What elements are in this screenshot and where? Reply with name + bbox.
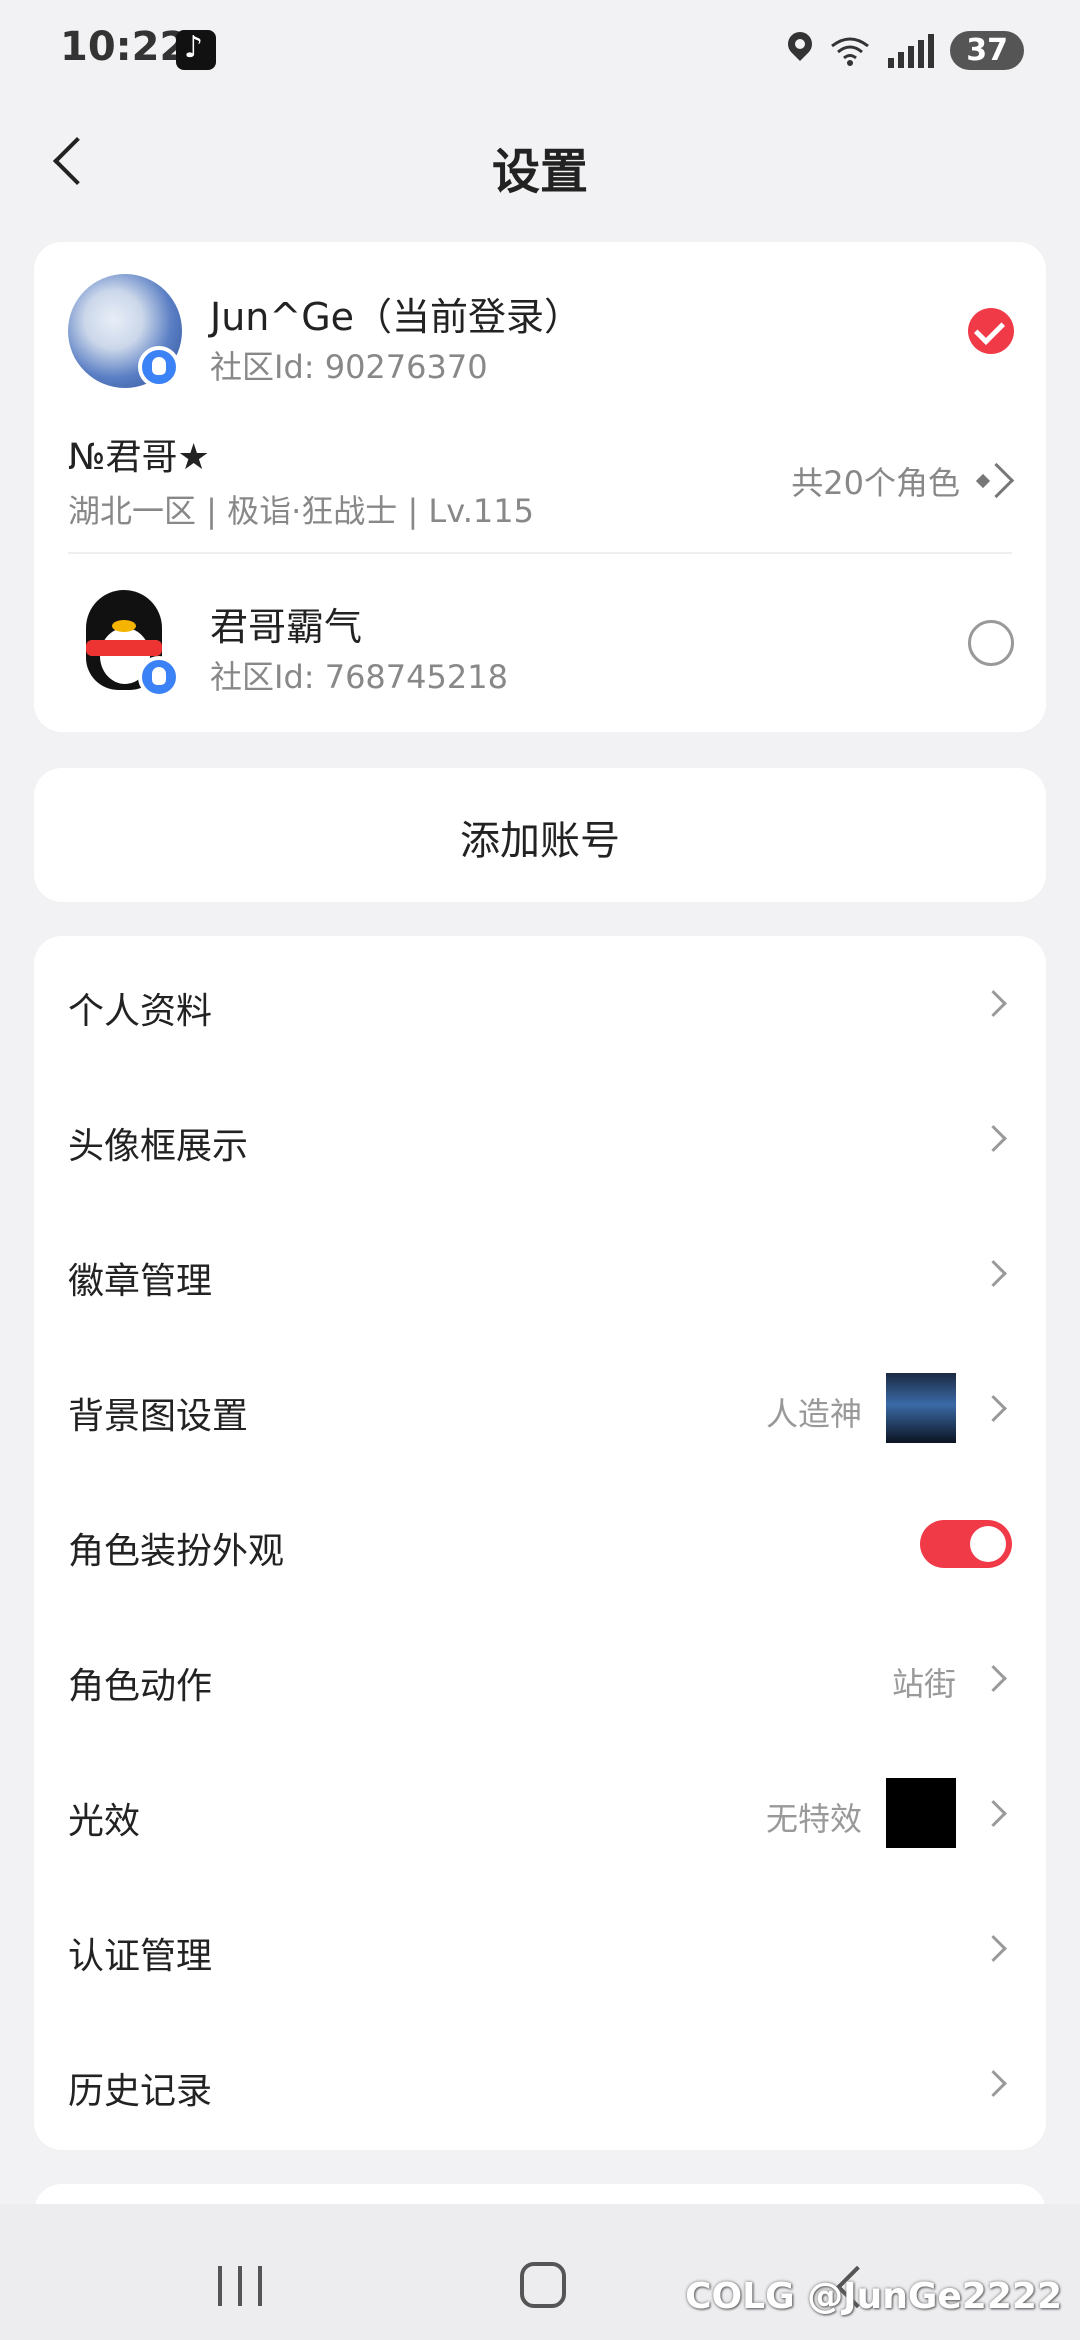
menu-item-label: 历史记录: [68, 2071, 213, 2112]
chevron-right-icon: [984, 1127, 1006, 1149]
menu-item-value: 站街: [891, 1665, 956, 1703]
add-account-label: 添加账号: [460, 818, 620, 864]
status-icons: 37: [786, 28, 1024, 72]
menu-item-background[interactable]: 背景图设置 人造神: [34, 1341, 1046, 1476]
menu-item-label: 角色动作: [68, 1666, 213, 1707]
chevron-right-icon: [984, 1667, 1006, 1689]
switch-role-icon[interactable]: [974, 460, 1014, 500]
other-account-id: 社区Id: 768745218: [210, 658, 508, 696]
menu-item-badges[interactable]: 徽章管理: [34, 1206, 1046, 1341]
effect-thumbnail: [886, 1778, 956, 1848]
home-icon[interactable]: [520, 2262, 566, 2308]
signal-icon: [886, 32, 936, 68]
outfit-toggle[interactable]: [920, 1520, 1012, 1568]
menu-item-label: 背景图设置: [68, 1396, 249, 1437]
divider: [68, 552, 1012, 554]
tiktok-notification-icon: [176, 30, 216, 70]
page-title: 设置: [491, 144, 588, 200]
add-account-button[interactable]: 添加账号: [34, 768, 1046, 902]
role-count: 共20个角色: [791, 464, 960, 502]
qq-icon: [138, 346, 180, 388]
chevron-right-icon: [984, 1802, 1006, 1824]
menu-item-verification[interactable]: 认证管理: [34, 1881, 1046, 2016]
menu-item-label: 认证管理: [68, 1936, 213, 1977]
chevron-right-icon: [984, 1262, 1006, 1284]
menu-item-avatar-frame[interactable]: 头像框展示: [34, 1071, 1046, 1206]
menu-item-action[interactable]: 角色动作 站街: [34, 1611, 1046, 1746]
wifi-icon: [828, 32, 872, 68]
menu-item-label: 光效: [68, 1801, 141, 1842]
menu-item-outfit-appearance: 角色装扮外观: [34, 1476, 1046, 1611]
accounts-card: Jun^Ge（当前登录） 社区Id: 90276370 №君哥★ 湖北一区 | …: [34, 242, 1046, 732]
settings-menu: 个人资料 头像框展示 徽章管理 背景图设置 人造神 角色装扮外观 角色动作 站街…: [34, 936, 1046, 2150]
background-thumbnail: [886, 1373, 956, 1443]
unselected-radio[interactable]: [968, 620, 1014, 666]
selected-check-icon[interactable]: [968, 308, 1014, 354]
status-time: 10:22: [60, 24, 188, 70]
menu-item-value: 人造神: [765, 1395, 862, 1433]
system-navigation-bar: COLG @JunGe2222: [0, 2204, 1080, 2340]
role-info: 湖北一区 | 极诣·狂战士 | Lv.115: [68, 492, 534, 530]
menu-item-light-effect[interactable]: 光效 无特效: [34, 1746, 1046, 1881]
menu-item-value: 无特效: [765, 1800, 862, 1838]
menu-item-label: 头像框展示: [68, 1126, 249, 1167]
current-account-id: 社区Id: 90276370: [210, 348, 488, 386]
battery-indicator: 37: [950, 30, 1024, 70]
other-account-name: 君哥霸气: [210, 605, 363, 649]
role-name: №君哥★: [68, 437, 210, 478]
current-account-name: Jun^Ge（当前登录）: [210, 295, 583, 339]
status-bar: 10:22 37: [0, 0, 1080, 100]
watermark: COLG @JunGe2222: [685, 2276, 1062, 2317]
location-icon: [786, 32, 814, 68]
chevron-right-icon: [984, 1937, 1006, 1959]
menu-item-history[interactable]: 历史记录: [34, 2016, 1046, 2151]
chevron-right-icon: [984, 992, 1006, 1014]
menu-item-profile[interactable]: 个人资料: [34, 936, 1046, 1071]
recent-apps-icon[interactable]: [218, 2266, 264, 2306]
toggle-knob: [970, 1526, 1006, 1562]
menu-item-label: 徽章管理: [68, 1261, 213, 1302]
menu-item-label: 个人资料: [68, 991, 213, 1032]
qq-icon: [138, 656, 180, 698]
chevron-right-icon: [984, 1397, 1006, 1419]
chevron-right-icon: [984, 2072, 1006, 2094]
menu-item-label: 角色装扮外观: [68, 1531, 285, 1572]
